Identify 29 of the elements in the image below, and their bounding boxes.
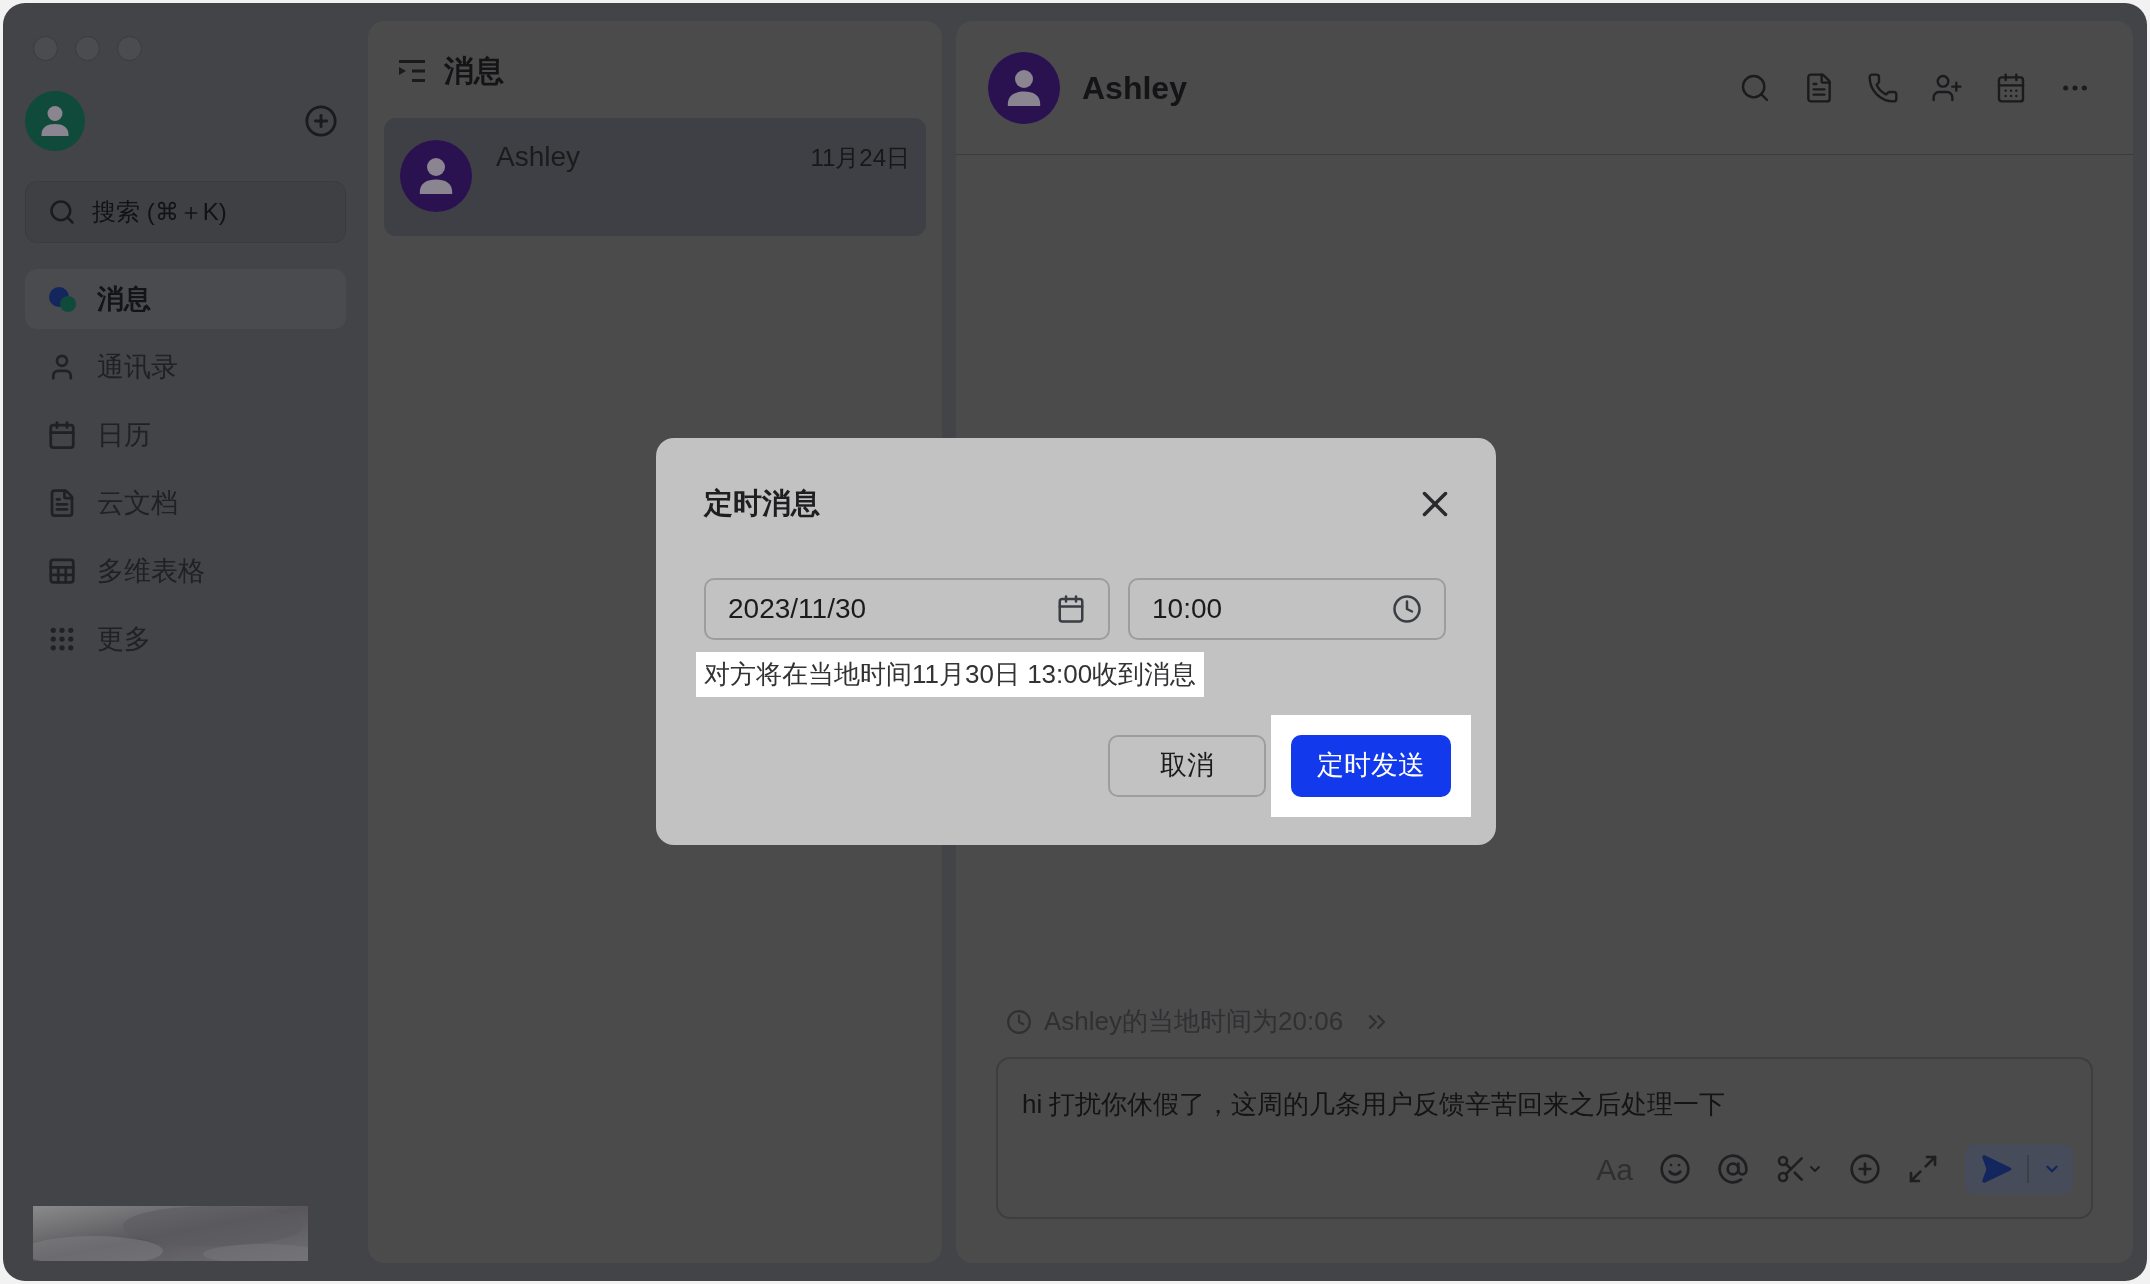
mention-icon[interactable]	[1717, 1153, 1749, 1185]
cancel-button[interactable]: 取消	[1108, 734, 1266, 797]
clock-icon	[1006, 1008, 1032, 1035]
send-icon	[1979, 1152, 2013, 1186]
clock-icon	[1392, 593, 1422, 624]
schedule-send-button[interactable]: 定时发送	[1291, 734, 1451, 797]
avatar-icon	[25, 91, 85, 151]
send-button[interactable]	[1965, 1144, 2073, 1194]
expand-icon[interactable]	[1907, 1153, 1939, 1185]
indent-icon[interactable]	[398, 57, 426, 84]
emoji-icon[interactable]	[1659, 1153, 1691, 1185]
add-icon[interactable]	[304, 104, 338, 138]
add-icon[interactable]	[1849, 1153, 1881, 1185]
search-icon	[48, 198, 76, 226]
nav-item[interactable]: 消息	[25, 269, 346, 329]
scissors-icon[interactable]	[1775, 1153, 1823, 1185]
avatar-icon	[988, 51, 1060, 124]
avatar-icon	[400, 140, 472, 212]
chat-bubbles-icon	[47, 284, 77, 314]
delivery-hint: 对方将在当地时间11月30日 13:00收到消息	[696, 651, 1205, 697]
phone-icon[interactable]	[1867, 71, 1899, 104]
chat-title: Ashley	[1082, 68, 1187, 108]
table-icon	[47, 556, 77, 586]
dialog-title: 定时消息	[704, 486, 820, 521]
calendar-icon	[1056, 593, 1086, 624]
time-field[interactable]: 10:00	[1128, 577, 1446, 640]
calendar-icon	[47, 420, 77, 450]
calendar-icon[interactable]	[1995, 71, 2027, 104]
date-field[interactable]: 2023/11/30	[704, 577, 1110, 640]
